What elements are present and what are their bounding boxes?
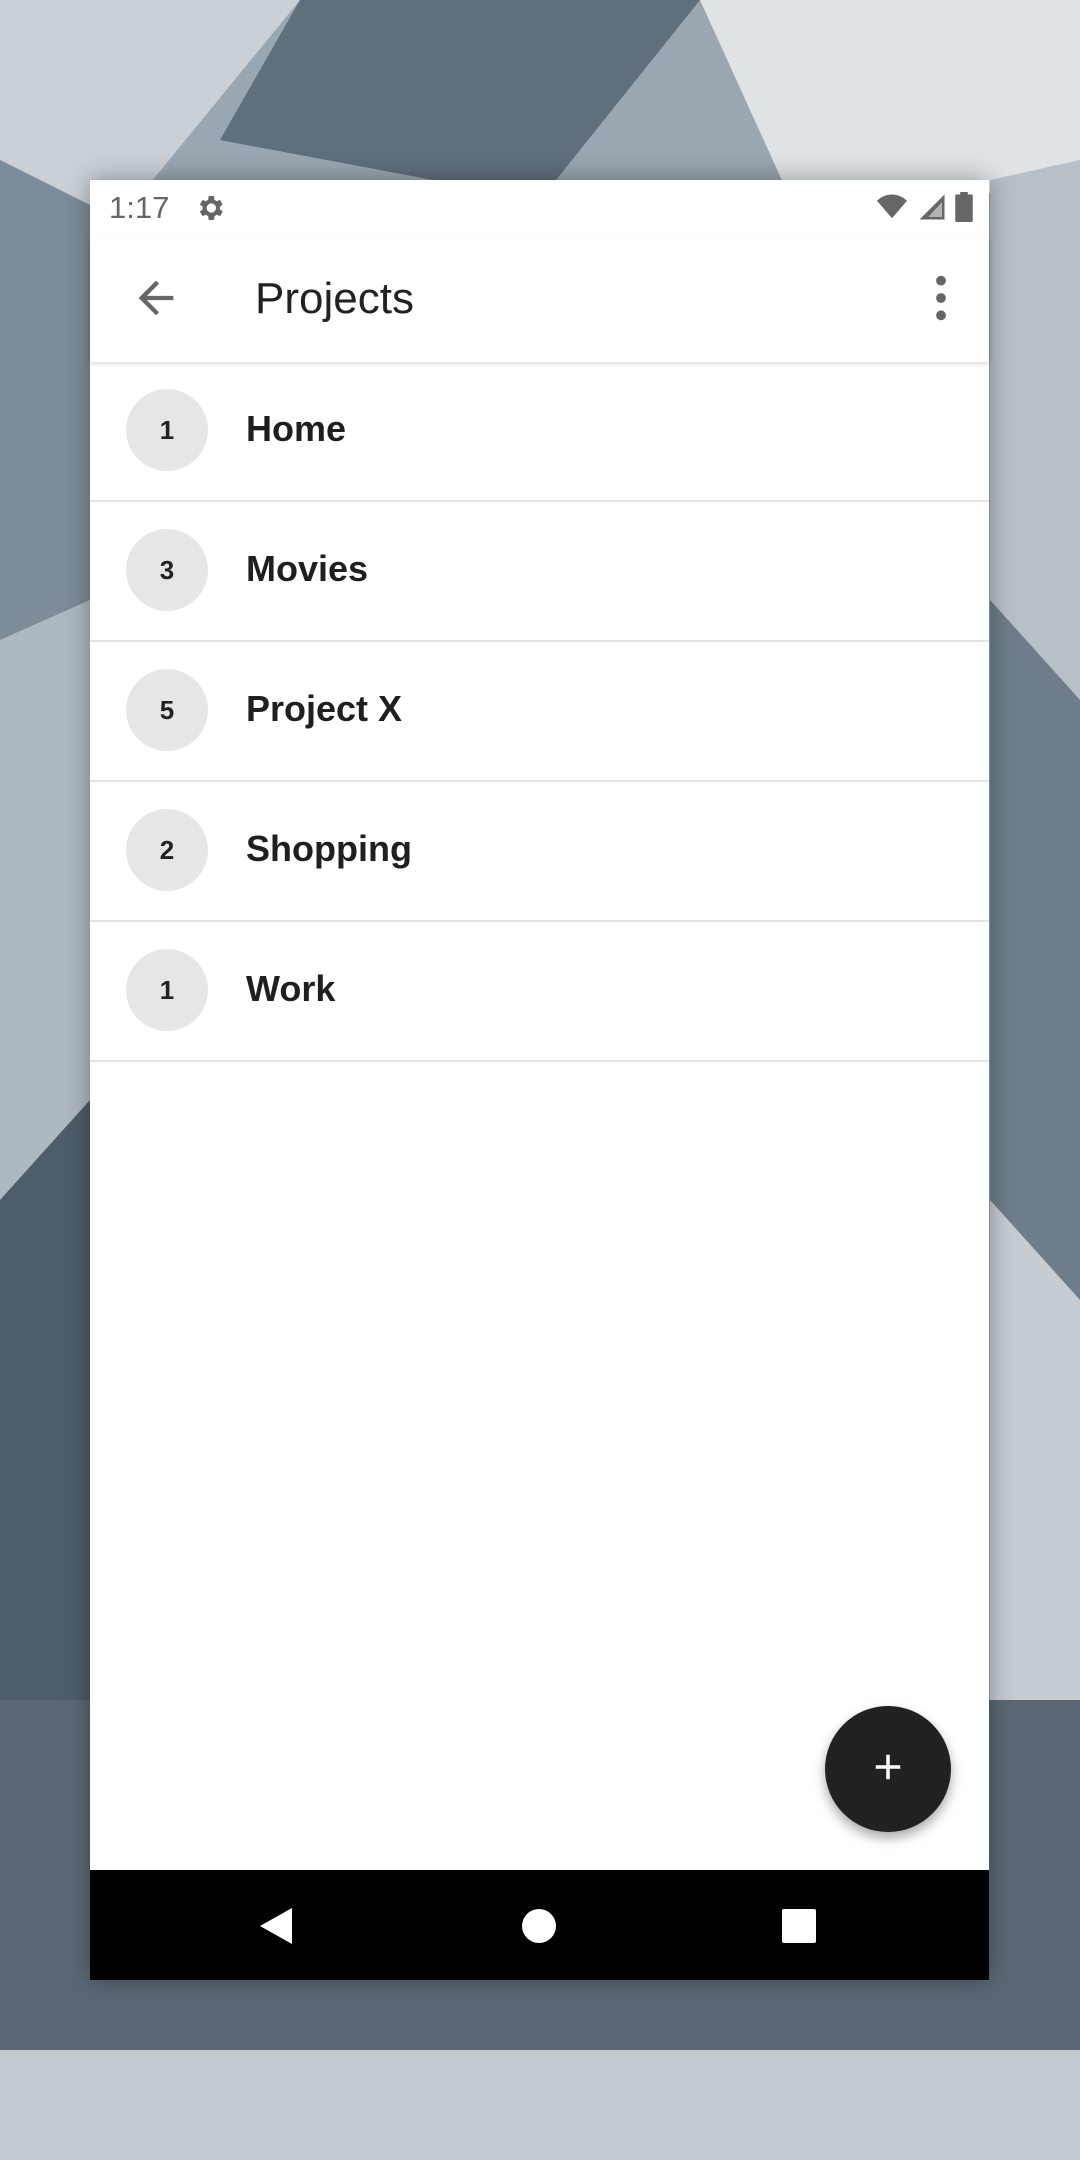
list-item-project-x[interactable]: 5 Project X bbox=[90, 642, 989, 782]
list-item-home[interactable]: 1 Home bbox=[90, 362, 989, 502]
status-bar: 1:17 bbox=[90, 180, 989, 236]
count-badge: 2 bbox=[126, 809, 208, 891]
battery-icon bbox=[955, 192, 973, 227]
app-bar: Projects bbox=[90, 236, 989, 362]
more-vert-icon[interactable] bbox=[921, 272, 961, 324]
count-badge: 3 bbox=[126, 529, 208, 611]
status-time: 1:17 bbox=[109, 190, 170, 225]
project-name: Shopping bbox=[246, 828, 412, 869]
app-window: 1:17 Projects 1 Home 3 Movies 5 Project … bbox=[90, 180, 989, 1980]
project-list: 1 Home 3 Movies 5 Project X 2 Shopping 1… bbox=[90, 362, 989, 1062]
page-title: Projects bbox=[255, 274, 414, 323]
project-name: Work bbox=[246, 968, 336, 1009]
home-circle-icon[interactable] bbox=[521, 1906, 557, 1949]
list-item-shopping[interactable]: 2 Shopping bbox=[90, 782, 989, 922]
count-badge: 5 bbox=[126, 669, 208, 751]
recents-square-icon[interactable] bbox=[782, 1906, 816, 1948]
back-triangle-icon[interactable] bbox=[258, 1906, 294, 1951]
wifi-icon bbox=[875, 192, 909, 227]
count-badge: 1 bbox=[126, 389, 208, 471]
list-item-work[interactable]: 1 Work bbox=[90, 922, 989, 1062]
list-item-movies[interactable]: 3 Movies bbox=[90, 502, 989, 642]
project-name: Project X bbox=[246, 688, 403, 729]
project-name: Movies bbox=[246, 548, 369, 589]
add-project-button[interactable] bbox=[825, 1706, 951, 1832]
project-name: Home bbox=[246, 408, 347, 449]
signal-icon bbox=[917, 192, 947, 227]
count-badge: 1 bbox=[126, 949, 208, 1031]
system-nav-bar bbox=[90, 1870, 989, 1980]
add-icon bbox=[867, 1746, 909, 1793]
arrow-back-icon[interactable] bbox=[130, 272, 182, 324]
settings-icon bbox=[194, 192, 226, 224]
